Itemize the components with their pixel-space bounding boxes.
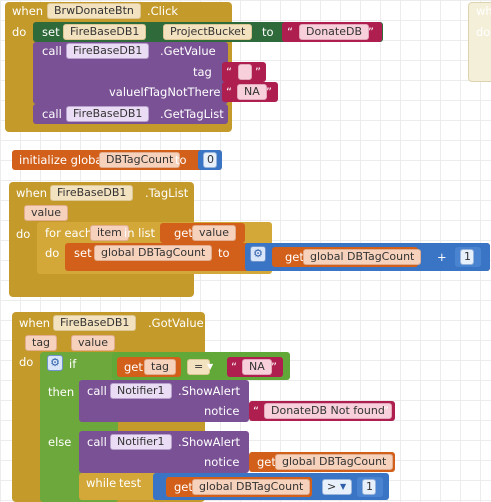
notice-socket-label: notice xyxy=(204,404,240,418)
mutator-gear-icon[interactable]: ⚙ xyxy=(250,246,266,262)
text-value-na[interactable]: NA xyxy=(242,359,272,375)
event-name: .TagList xyxy=(145,186,189,200)
get-label: get xyxy=(257,455,276,469)
while-label: while xyxy=(86,476,117,490)
initialize-global-label: initialize global xyxy=(19,153,106,167)
event-name: .GotValue xyxy=(148,316,204,330)
global-variable-name[interactable]: DBTagCount xyxy=(99,152,181,168)
get-global-var-dropdown[interactable]: global DBTagCount xyxy=(303,249,422,265)
set-component-dropdown[interactable]: FireBaseDB1 xyxy=(63,24,147,40)
get-label: get xyxy=(285,250,304,264)
quote-open: “ xyxy=(231,360,237,374)
plus-operator: + xyxy=(437,250,447,264)
quote-open: “ xyxy=(253,404,259,418)
text-value-empty[interactable] xyxy=(238,64,252,80)
notifier-component-dropdown[interactable]: Notifier1 xyxy=(110,434,172,450)
get-global-var-dropdown[interactable]: global DBTagCount xyxy=(192,479,311,495)
do-label: do xyxy=(45,246,60,260)
when-label: when xyxy=(19,316,51,330)
tag-socket-label: tag xyxy=(193,65,212,79)
quote-close: ” xyxy=(271,360,277,374)
when-label: when xyxy=(12,4,44,18)
text-value-na[interactable]: NA xyxy=(237,84,267,100)
component-dropdown[interactable]: BrwDonateBtn xyxy=(47,3,141,19)
do-label: do xyxy=(12,25,27,39)
quote-open: “ xyxy=(287,25,293,39)
number-value-one[interactable]: 1 xyxy=(362,479,376,495)
quote-open: “ xyxy=(226,65,232,79)
text-value-donatedb[interactable]: DonateDB xyxy=(299,24,370,40)
to-label: to xyxy=(262,25,274,39)
else-label: else xyxy=(48,435,72,449)
greater-than-operator-dropdown[interactable]: > xyxy=(322,479,352,495)
do-label: do xyxy=(19,355,34,369)
event-param-value[interactable]: value xyxy=(24,205,69,221)
quote-close: ” xyxy=(383,404,389,418)
notifier-component-dropdown[interactable]: Notifier1 xyxy=(110,383,172,399)
then-label: then xyxy=(48,385,75,399)
set-var-dropdown[interactable]: global DBTagCount xyxy=(94,245,213,261)
number-value-one[interactable]: 1 xyxy=(460,249,474,265)
set-property-dropdown[interactable]: ProjectBucket xyxy=(163,24,253,40)
in-list-label: in list xyxy=(124,226,156,240)
quote-close: ” xyxy=(266,85,272,99)
test-label: test xyxy=(119,476,142,490)
event-param-tag[interactable]: tag xyxy=(25,335,58,351)
component-dropdown[interactable]: FireBaseDB1 xyxy=(53,315,137,331)
getvalue-component-dropdown[interactable]: FireBaseDB1 xyxy=(66,43,150,59)
if-label: if xyxy=(69,357,77,371)
get-var-dropdown[interactable]: value xyxy=(192,225,237,241)
for-each-label: for each xyxy=(45,226,93,240)
getvalue-method: .GetValue xyxy=(160,44,216,58)
quote-close: ” xyxy=(255,65,261,79)
mutator-gear-icon[interactable]: ⚙ xyxy=(47,355,63,371)
event-name: .Click xyxy=(147,4,179,18)
get-label: get xyxy=(174,480,193,494)
component-dropdown[interactable]: FireBaseDB1 xyxy=(50,185,134,201)
get-label: get xyxy=(174,226,193,240)
gettaglist-component-dropdown[interactable]: FireBaseDB1 xyxy=(66,106,150,122)
set-label: set xyxy=(74,246,92,260)
call-label: call xyxy=(42,44,62,58)
offscreen-do-label: do xyxy=(476,25,491,39)
chevron-down-icon: ▼ xyxy=(340,482,347,491)
to-label: to xyxy=(175,153,187,167)
do-label: do xyxy=(16,227,31,241)
showalert-method: .ShowAlert xyxy=(178,384,241,398)
get-label: get xyxy=(124,360,143,374)
text-value-donatedb-not-found[interactable]: DonateDB Not found xyxy=(264,403,392,419)
quote-close: ” xyxy=(368,25,374,39)
get-tag-dropdown[interactable]: tag xyxy=(144,359,177,375)
call-label: call xyxy=(42,107,62,121)
call-label: call xyxy=(87,384,107,398)
get-global-var-dropdown[interactable]: global DBTagCount xyxy=(275,454,394,470)
notice-socket-label: notice xyxy=(204,455,240,469)
to-label: to xyxy=(218,246,230,260)
event-param-value[interactable]: value xyxy=(71,335,116,351)
value-if-tag-not-there-label: valueIfTagNotThere xyxy=(109,85,221,99)
quote-open: “ xyxy=(226,85,232,99)
when-label: when xyxy=(16,186,48,200)
number-value-zero[interactable]: 0 xyxy=(203,152,217,168)
set-label: set xyxy=(42,25,60,39)
showalert-method: .ShowAlert xyxy=(178,435,241,449)
call-label: call xyxy=(87,435,107,449)
offscreen-when-label: wh xyxy=(476,4,491,18)
gettaglist-method: .GetTagList xyxy=(160,107,224,121)
chevron-down-icon: ▼ xyxy=(207,362,214,371)
